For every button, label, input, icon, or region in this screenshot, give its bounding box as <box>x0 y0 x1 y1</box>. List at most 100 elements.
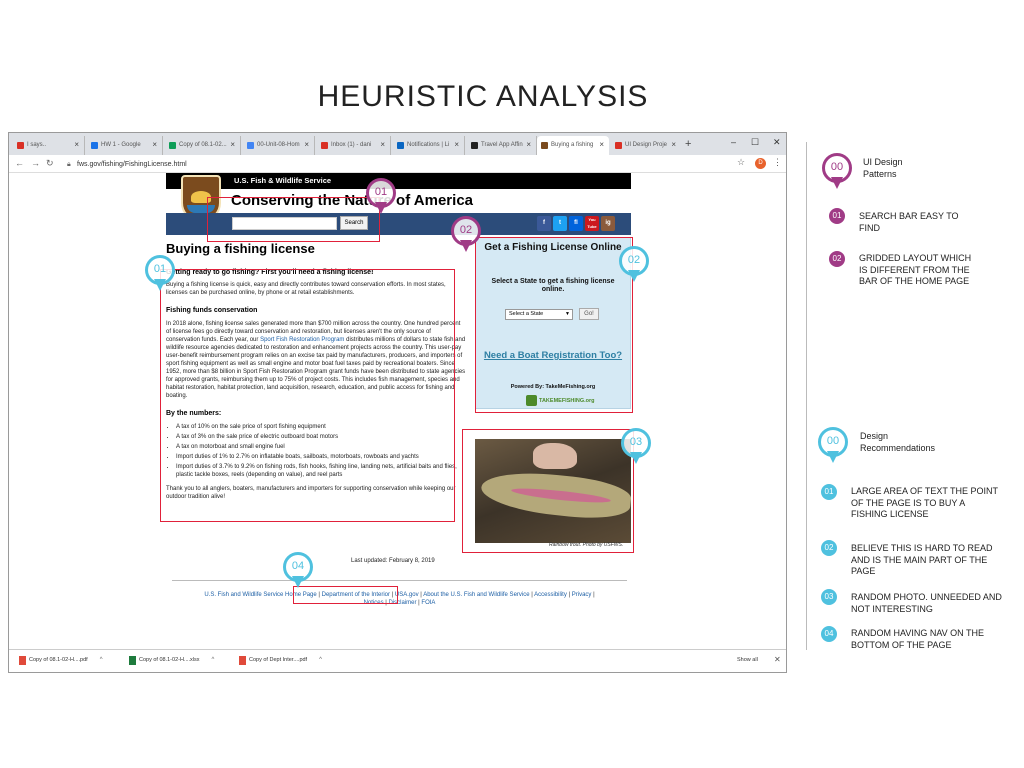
rec-bullet: 04 <box>821 626 837 642</box>
pin-tip <box>375 202 387 214</box>
download-item[interactable]: Copy of 08.1-02-H....pdf ^ <box>19 656 103 665</box>
separator: | <box>531 592 533 598</box>
show-all-button[interactable]: Show all <box>737 657 758 663</box>
address-bar[interactable]: 🔒︎ fws.gov/fishing/FishingLicense.html <box>67 158 757 171</box>
separator: | <box>418 600 420 606</box>
facebook-icon[interactable]: f <box>537 216 551 231</box>
tab-label: 00-Unit-08-Hom <box>257 142 300 148</box>
recs-title: Design Recommendations <box>860 431 936 453</box>
download-label: Copy of 08.1-02-H....xlsx <box>139 657 200 663</box>
tab[interactable]: I says.. × <box>13 136 85 155</box>
pin-tip <box>831 177 843 189</box>
tab-label: Notifications | Li <box>407 142 450 148</box>
tab-label: Copy of 08.1-02... <box>179 142 227 148</box>
sheets-icon <box>169 142 176 149</box>
footer-divider <box>172 580 627 581</box>
usfws-icon <box>541 142 548 149</box>
rec-bullet: 02 <box>821 540 837 556</box>
tab-label: HW 1 - Google <box>101 142 141 148</box>
twitter-icon[interactable]: t <box>553 216 567 231</box>
download-label: Copy of Dept Inter....pdf <box>249 657 308 663</box>
pin-number: 02 <box>627 254 641 266</box>
agency-bar: U.S. Fish & Wildlife Service <box>166 173 631 189</box>
pattern-text: SEARCH BAR EASY TO FIND <box>859 211 959 233</box>
tab[interactable]: HW 1 - Google × <box>87 136 163 155</box>
footer-nav: U.S. Fish and Wildlife Service Home Page… <box>172 591 627 607</box>
agency-name[interactable]: U.S. Fish & Wildlife Service <box>234 176 331 185</box>
tab[interactable]: UI Design Proje × <box>611 136 681 155</box>
rec-text: RANDOM HAVING NAV ON THE BOTTOM OF THE P… <box>851 628 985 650</box>
pattern-text: GRIDDED LAYOUT WHICH IS DIFFERENT FROM T… <box>859 253 972 286</box>
close-icon[interactable]: × <box>74 140 79 149</box>
close-icon[interactable]: × <box>230 140 235 149</box>
gmail-icon <box>17 142 24 149</box>
close-icon[interactable]: × <box>671 140 676 149</box>
footer-link[interactable]: FOIA <box>421 600 435 606</box>
tab[interactable]: Inbox (1) - dani × <box>317 136 391 155</box>
pin-tip <box>292 576 304 588</box>
close-icon[interactable]: × <box>380 140 385 149</box>
footer-link[interactable]: About the U.S. Fish and Wildlife Service <box>423 592 529 598</box>
patterns-title: UI Design Patterns <box>863 157 903 179</box>
pattern-bullet: 02 <box>829 251 845 267</box>
menu-icon[interactable]: ⋮ <box>773 157 782 168</box>
browser-window: I says.. × HW 1 - Google × Copy of 08.1-02… <box>8 132 787 673</box>
pdf-icon <box>19 656 26 665</box>
reload-icon[interactable]: ↻ <box>46 158 54 169</box>
close-window-icon[interactable]: ✕ <box>773 137 781 148</box>
main-heading: Buying a fishing license <box>166 241 315 256</box>
tab[interactable]: 00-Unit-08-Hom × <box>243 136 315 155</box>
pattern-bullet: 01 <box>829 208 845 224</box>
design-recs-badge: 00 <box>818 427 848 465</box>
close-icon[interactable]: ✕ <box>774 655 781 664</box>
download-item[interactable]: Copy of Dept Inter....pdf ^ <box>239 656 322 665</box>
footer-link[interactable]: Privacy <box>572 592 592 598</box>
drive-icon <box>91 142 98 149</box>
pin-number: 01 <box>153 263 167 275</box>
annotation-pin-02: 02 <box>451 216 481 254</box>
close-icon[interactable]: × <box>454 140 459 149</box>
download-item[interactable]: Copy of 08.1-02-H....xlsx ^ <box>129 656 215 665</box>
pin-number: 00 <box>826 435 840 447</box>
annotation-pin-01: 01 <box>366 178 396 216</box>
close-icon[interactable]: × <box>526 140 531 149</box>
chevron-up-icon[interactable]: ^ <box>100 657 103 663</box>
back-icon[interactable]: ← <box>15 158 24 168</box>
pin-tip <box>630 452 642 464</box>
page-title: HEURISTIC ANALYSIS <box>317 80 649 113</box>
tab-label: Travel App Affin <box>481 142 523 148</box>
docs-icon <box>247 142 254 149</box>
instagram-icon[interactable]: ig <box>601 216 615 231</box>
footer-link[interactable]: Accessibility <box>534 592 567 598</box>
youtube-icon[interactable]: You Tube <box>585 216 599 231</box>
pin-tip <box>154 279 166 291</box>
new-tab-icon[interactable]: + <box>685 138 691 150</box>
chevron-up-icon[interactable]: ^ <box>319 657 322 663</box>
avatar[interactable]: D <box>755 158 766 169</box>
tab-label: Inbox (1) - dani <box>331 142 372 148</box>
tab[interactable]: Travel App Affin × <box>467 136 537 155</box>
rec-bullet: 01 <box>821 484 837 500</box>
browser-toolbar: ← → ↻ 🔒︎ fws.gov/fishing/FishingLicense.h… <box>9 155 786 173</box>
rec-text: RANDOM PHOTO. UNNEEDED AND NOT INTERESTI… <box>851 592 1002 614</box>
close-icon[interactable]: × <box>599 140 604 149</box>
annotation-box-search <box>207 197 380 242</box>
lock-icon: 🔒︎ <box>67 161 71 168</box>
footer-link[interactable]: USA.gov <box>395 592 419 598</box>
tab[interactable]: Copy of 08.1-02... × <box>165 136 241 155</box>
tab-active[interactable]: Buying a fishing × <box>537 136 609 155</box>
forward-icon[interactable]: → <box>31 158 40 168</box>
annotation-pin-04: 04 <box>283 552 313 590</box>
rec-text: BELIEVE THIS IS HARD TO READ AND IS THE … <box>851 543 993 576</box>
tab[interactable]: Notifications | Li × <box>393 136 465 155</box>
close-icon[interactable]: × <box>304 140 309 149</box>
pin-number: 04 <box>291 560 305 572</box>
document-icon <box>471 142 478 149</box>
close-icon[interactable]: × <box>152 140 157 149</box>
annotation-pin-03: 03 <box>621 428 651 466</box>
chevron-up-icon[interactable]: ^ <box>212 657 215 663</box>
flickr-icon[interactable]: fl <box>569 216 583 231</box>
bookmark-star-icon[interactable]: ☆ <box>737 157 745 168</box>
maximize-icon[interactable]: ☐ <box>751 137 759 148</box>
minimize-icon[interactable]: – <box>731 137 736 147</box>
